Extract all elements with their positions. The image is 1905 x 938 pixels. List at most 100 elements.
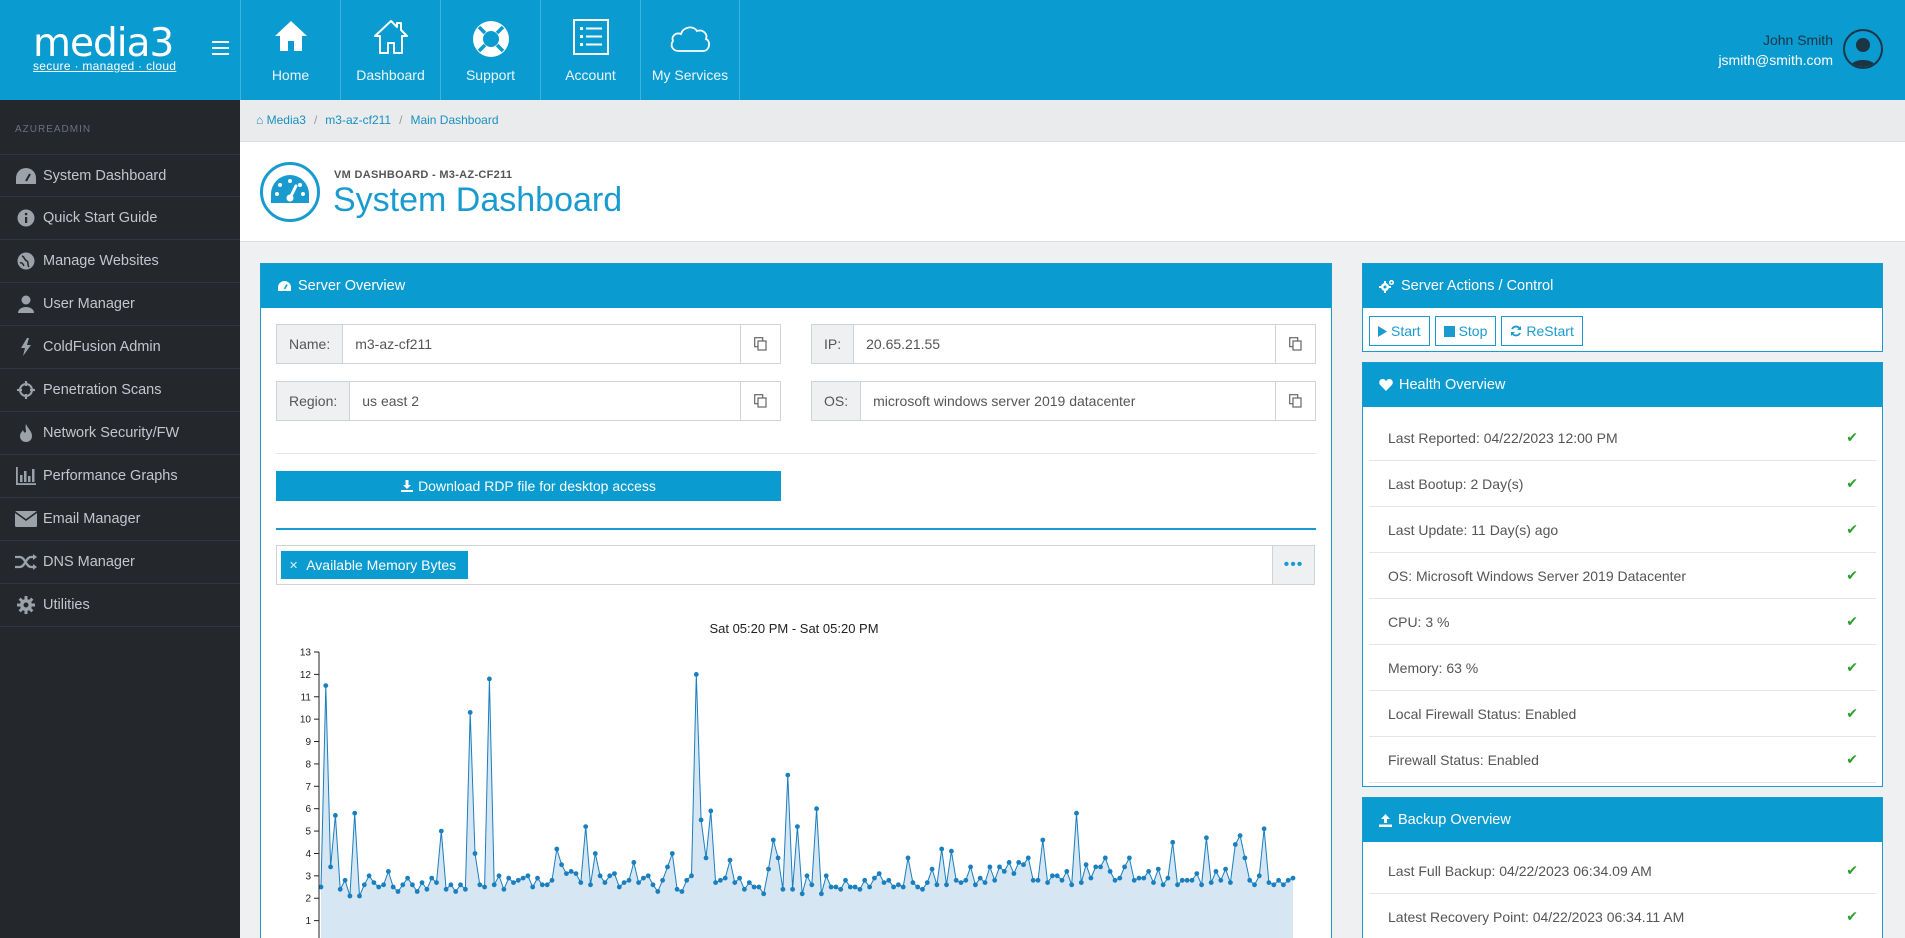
sidebar-item-email-manager[interactable]: Email Manager <box>0 498 240 541</box>
chart-point <box>443 886 449 892</box>
sidebar-item-performance-graphs[interactable]: Performance Graphs <box>0 455 240 498</box>
chart-y-tick-label: 5 <box>305 827 311 838</box>
list-item-text: CPU: 3 % <box>1388 613 1450 630</box>
chart-point <box>698 817 704 823</box>
download-rdp-button[interactable]: Download RDP file for desktop access <box>276 471 781 501</box>
chart-point <box>1232 842 1238 847</box>
breadcrumb: ⌂ Media3/m3-az-cf211/Main Dashboard <box>256 113 499 127</box>
chart-point <box>554 846 560 852</box>
chart-point <box>746 880 752 885</box>
nav-my-services[interactable]: My Services <box>640 0 740 100</box>
nav-account[interactable]: Account <box>540 0 640 100</box>
chart-point <box>867 884 872 890</box>
chart-point <box>1247 877 1253 883</box>
chart-point <box>539 882 545 888</box>
chart-point <box>1237 833 1243 838</box>
chart-point <box>414 889 420 894</box>
sidebar-item-label: Performance Graphs <box>43 468 178 484</box>
chart-point <box>833 884 839 890</box>
user-info[interactable]: John Smith jsmith@smith.com <box>1718 30 1833 70</box>
copy-name-button[interactable] <box>740 325 780 363</box>
avatar[interactable] <box>1843 29 1883 69</box>
sidebar-item-manage-websites[interactable]: Manage Websites <box>0 240 240 283</box>
nav-home-label: Home <box>271 67 310 83</box>
nav-support[interactable]: Support <box>440 0 540 100</box>
chart-point <box>809 882 815 888</box>
list-item-text: Last Reported: 04/22/2023 12:00 PM <box>1388 429 1618 446</box>
copy-ip-button[interactable] <box>1275 325 1315 363</box>
nav-home[interactable]: Home <box>240 0 340 100</box>
remove-tag-icon[interactable]: ✕ <box>289 559 298 572</box>
chart-point <box>722 875 728 881</box>
chart-point <box>1136 875 1142 881</box>
stop-button[interactable]: Stop <box>1434 316 1497 346</box>
os-field-value[interactable]: microsoft windows server 2019 datacenter <box>861 382 1275 420</box>
metric-more-button[interactable]: ••• <box>1272 546 1314 584</box>
restart-button[interactable]: ReStart <box>1501 316 1583 346</box>
breadcrumb-item-vm[interactable]: m3-az-cf211 <box>325 113 391 127</box>
gauge-icon <box>14 166 38 186</box>
logo-area: media3 secure · managed · cloud <box>0 0 240 100</box>
chart-point <box>347 893 353 899</box>
chart-point <box>438 828 444 834</box>
sidebar-item-network-security[interactable]: Network Security/FW <box>0 412 240 455</box>
ip-field-value[interactable]: 20.65.21.55 <box>854 325 1275 363</box>
health-overview-panel: Health Overview Last Reported: 04/22/202… <box>1362 362 1883 787</box>
chart-point <box>905 855 911 861</box>
chart-point <box>434 880 439 885</box>
chart-y-tick-label: 6 <box>305 804 311 815</box>
chart-point <box>1165 875 1171 881</box>
chart-point <box>1050 873 1055 879</box>
metric-tag-available-memory[interactable]: ✕ Available Memory Bytes <box>281 551 469 579</box>
breadcrumb-item-media3[interactable]: Media3 <box>267 113 306 127</box>
copy-os-button[interactable] <box>1275 382 1315 420</box>
sidebar-item-coldfusion-admin[interactable]: ColdFusion Admin <box>0 326 240 369</box>
user-name: John Smith <box>1762 32 1833 48</box>
chart-point <box>737 875 742 881</box>
chart-point <box>973 882 978 888</box>
chart-point <box>1189 877 1195 883</box>
chart-point <box>607 873 613 879</box>
list-item-text: Latest Recovery Point: 04/22/2023 06:34.… <box>1388 908 1685 925</box>
sidebar-item-penetration-scans[interactable]: Penetration Scans <box>0 369 240 412</box>
chart-point <box>650 882 656 888</box>
chart-point <box>1160 882 1166 888</box>
metric-selector[interactable]: ✕ Available Memory Bytes ••• <box>276 545 1315 585</box>
chart-point <box>496 873 502 879</box>
sidebar-item-utilities[interactable]: Utilities <box>0 584 240 627</box>
chart-point <box>934 882 940 888</box>
check-icon: ✔ <box>1846 521 1858 537</box>
upload-icon <box>1379 813 1392 827</box>
brand-logo[interactable]: media3 <box>33 24 174 63</box>
chart-point <box>987 864 993 870</box>
chart-point <box>1256 873 1262 879</box>
list-item: Last Bootup: 2 Day(s) ✔ <box>1369 461 1876 507</box>
chart-point <box>1281 882 1286 888</box>
list-item: Latest Recovery Point: 04/22/2023 06:34.… <box>1369 894 1876 938</box>
name-field-value[interactable]: m3-az-cf211 <box>343 325 740 363</box>
sidebar-item-system-dashboard[interactable]: System Dashboard <box>0 154 240 197</box>
chart-point <box>535 875 540 881</box>
sidebar-item-user-manager[interactable]: User Manager <box>0 283 240 326</box>
sidebar-item-dns-manager[interactable]: DNS Manager <box>0 541 240 584</box>
sidebar: AZUREADMIN System Dashboard Quick Start … <box>0 100 240 938</box>
chart-point <box>780 886 786 892</box>
cogs-icon <box>1379 279 1395 293</box>
chart-y-tick-label: 11 <box>301 692 312 703</box>
chart-point <box>708 808 714 814</box>
chart-point <box>467 710 473 715</box>
breadcrumb-item-main-dashboard[interactable]: Main Dashboard <box>410 113 498 127</box>
copy-region-button[interactable] <box>740 382 780 420</box>
server-actions-header: Server Actions / Control <box>1363 264 1882 308</box>
chart-point <box>1021 862 1026 868</box>
sidebar-item-quick-start-guide[interactable]: Quick Start Guide <box>0 197 240 240</box>
start-button[interactable]: Start <box>1369 316 1430 346</box>
envelope-icon <box>14 509 38 529</box>
user-email: jsmith@smith.com <box>1718 52 1833 68</box>
hamburger-menu-icon[interactable] <box>212 41 229 55</box>
region-field-value[interactable]: us east 2 <box>350 382 740 420</box>
metric-tag-label: Available Memory Bytes <box>306 557 457 573</box>
check-icon: ✔ <box>1846 567 1858 583</box>
chart-point <box>1064 869 1070 874</box>
nav-dashboard[interactable]: Dashboard <box>340 0 440 100</box>
